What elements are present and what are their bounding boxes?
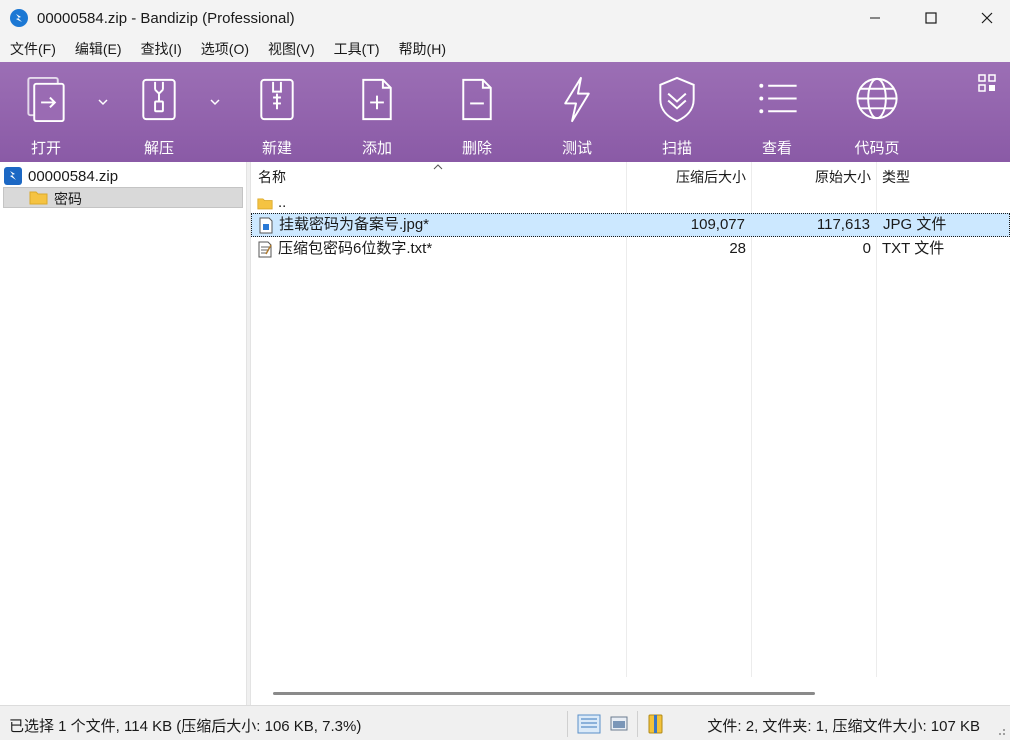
extract-zipper-icon	[142, 78, 176, 121]
archive-summary-status: 文件: 2, 文件夹: 1, 压缩文件大小: 107 KB	[707, 718, 980, 735]
table-row[interactable]: 压缩包密码6位数字.txt* 28 0 TXT 文件	[251, 238, 1010, 262]
open-label: 打开	[30, 140, 61, 157]
menu-view[interactable]: 视图(V)	[268, 39, 315, 59]
original-size: 117,613	[816, 216, 870, 233]
sort-ascending-icon	[433, 164, 443, 170]
extract-dropdown-icon[interactable]	[207, 94, 223, 110]
archive-info-icon[interactable]	[646, 713, 666, 735]
file-type: JPG 文件	[883, 216, 947, 233]
globe-icon	[856, 77, 898, 120]
details-view-icon[interactable]	[577, 713, 601, 735]
view-label: 查看	[761, 140, 792, 157]
delete-button[interactable]: 删除	[437, 74, 517, 158]
table-row[interactable]: 挂载密码为备案号.jpg* 109,077 117,613 JPG 文件	[251, 213, 1010, 237]
window-title: 00000584.zip - Bandizip (Professional)	[37, 9, 295, 27]
close-button[interactable]	[964, 0, 1010, 36]
menu-help[interactable]: 帮助(H)	[399, 39, 446, 59]
menu-find[interactable]: 查找(I)	[141, 39, 182, 59]
tree-child-label: 密码	[54, 191, 82, 207]
scan-label: 扫描	[661, 140, 692, 157]
minimize-icon	[870, 17, 880, 19]
column-name[interactable]: 名称	[258, 162, 286, 192]
open-dropdown-icon[interactable]	[95, 94, 111, 110]
list-view-icon	[759, 83, 797, 114]
list-header: 名称 压缩后大小 原始大小 类型	[251, 162, 1010, 192]
tree-item-password-folder[interactable]: 密码	[3, 187, 243, 208]
file-name: 压缩包密码6位数字.txt*	[278, 240, 433, 257]
folder-icon	[257, 198, 273, 210]
close-icon	[981, 12, 993, 24]
open-archive-icon	[27, 76, 65, 123]
shield-icon	[659, 76, 695, 123]
file-type: TXT 文件	[882, 240, 945, 257]
new-button[interactable]: 新建	[237, 74, 317, 158]
scan-button[interactable]: 扫描	[637, 74, 717, 158]
file-name: 挂载密码为备案号.jpg*	[279, 216, 430, 233]
minimize-button[interactable]	[852, 0, 898, 36]
text-file-icon	[258, 241, 272, 258]
maximize-button[interactable]	[908, 0, 954, 36]
compressed-size: 109,077	[690, 216, 745, 233]
status-bar: 已选择 1 个文件, 114 KB (压缩后大小: 106 KB, 7.3%) …	[0, 705, 1010, 740]
toolbar: 打开 解压 新建 添加 删除 测试 扫描 查看 代码页	[0, 62, 1010, 162]
resize-grip-icon[interactable]	[994, 724, 1006, 736]
column-original-size[interactable]: 原始大小	[815, 162, 871, 192]
divider	[567, 711, 568, 737]
add-label: 添加	[361, 140, 392, 157]
tree-root-label: 00000584.zip	[28, 167, 119, 185]
menu-edit[interactable]: 编辑(E)	[75, 39, 122, 59]
extract-label: 解压	[143, 140, 174, 157]
add-button[interactable]: 添加	[337, 74, 417, 158]
codepage-button[interactable]: 代码页	[837, 74, 917, 158]
scrollbar-thumb[interactable]	[273, 692, 815, 695]
test-button[interactable]: 测试	[537, 74, 617, 158]
menu-tools[interactable]: 工具(T)	[334, 39, 380, 59]
open-button[interactable]: 打开	[6, 74, 86, 158]
maximize-icon	[925, 12, 937, 24]
lightning-icon	[564, 76, 590, 123]
tree-item-archive[interactable]: 00000584.zip	[4, 166, 118, 186]
preview-pane-icon[interactable]	[609, 713, 629, 735]
folder-icon	[29, 191, 48, 205]
extract-button[interactable]: 解压	[119, 74, 199, 158]
original-size: 0	[862, 240, 871, 257]
codepage-label: 代码页	[854, 140, 900, 157]
divider	[637, 711, 638, 737]
layout-grid-icon[interactable]	[978, 74, 996, 92]
selection-status: 已选择 1 个文件, 114 KB (压缩后大小: 106 KB, 7.3%)	[9, 718, 362, 735]
column-type[interactable]: 类型	[882, 162, 910, 192]
menu-file[interactable]: 文件(F)	[10, 39, 56, 59]
horizontal-scrollbar[interactable]	[251, 684, 1010, 704]
view-button[interactable]: 查看	[737, 74, 817, 158]
test-label: 测试	[561, 140, 592, 157]
menu-bar: 文件(F) 编辑(E) 查找(I) 选项(O) 视图(V) 工具(T) 帮助(H…	[0, 36, 1010, 62]
image-file-icon	[259, 217, 273, 234]
delete-label: 删除	[461, 140, 492, 157]
parent-folder-label: ..	[278, 194, 287, 211]
delete-file-icon	[462, 78, 492, 121]
folder-tree: 00000584.zip 密码	[0, 162, 246, 705]
title-bar: 00000584.zip - Bandizip (Professional)	[0, 0, 1010, 36]
bandizip-logo-icon	[10, 9, 28, 27]
file-list: 名称 压缩后大小 原始大小 类型 .. 挂载密码为备案号.jpg* 109,07…	[251, 162, 1010, 705]
new-archive-icon	[260, 78, 294, 121]
add-file-icon	[362, 78, 392, 121]
compressed-size: 28	[729, 240, 746, 257]
column-compressed-size[interactable]: 压缩后大小	[676, 162, 746, 192]
new-label: 新建	[261, 140, 292, 157]
zip-archive-icon	[4, 167, 22, 185]
menu-options[interactable]: 选项(O)	[201, 39, 249, 59]
